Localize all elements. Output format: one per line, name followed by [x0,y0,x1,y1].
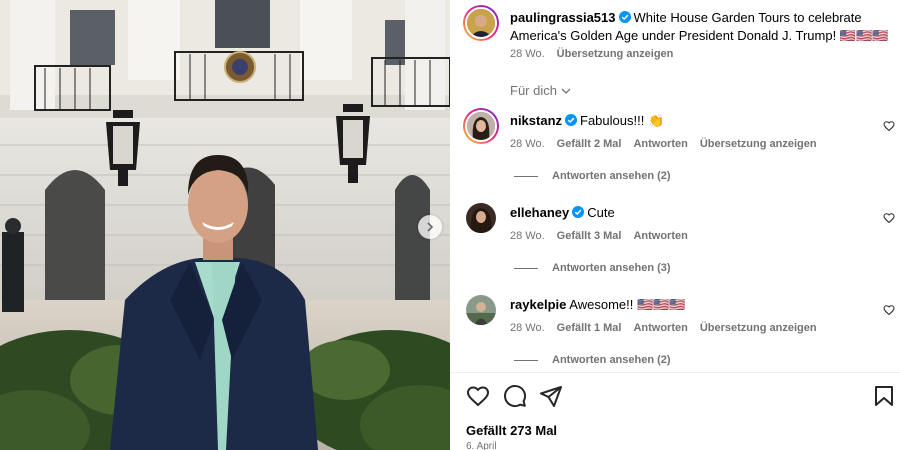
comment-translate-link[interactable]: Übersetzung anzeigen [700,322,817,334]
carousel-next-button[interactable] [418,215,442,239]
author-username[interactable]: paulingrassia513 [510,10,616,25]
comment-username[interactable]: raykelpie [510,297,566,312]
author-avatar-image [467,9,495,37]
verified-badge-icon [618,11,631,23]
comment-icon[interactable] [503,384,527,408]
actions-divider [450,372,900,373]
comment-username[interactable]: nikstanz [510,113,562,128]
feed-filter-label: Für dich [510,83,557,98]
replies-divider [514,359,538,361]
comment-text: Cute [587,205,615,220]
comment-meta: 28 Wo. Gefällt 1 Mal Antworten Übersetzu… [510,322,817,334]
view-replies-label: Antworten ansehen (2) [552,354,671,366]
comment-text: Awesome!! 🇺🇸🇺🇸🇺🇸 [569,297,686,312]
bookmark-icon[interactable] [872,384,896,408]
comment-like-heart-icon[interactable] [883,120,895,132]
comment-username[interactable]: ellehaney [510,205,569,220]
caption-meta: 28 Wo. Übersetzung anzeigen [510,48,673,60]
share-icon[interactable] [539,384,563,408]
comment-reply-link[interactable]: Antworten [633,322,687,334]
comment-age: 28 Wo. [510,230,545,242]
comment-meta: 28 Wo. Gefällt 2 Mal Antworten Übersetzu… [510,138,817,150]
comment-age: 28 Wo. [510,138,545,150]
comment-age: 28 Wo. [510,322,545,334]
comment-body: nikstanz Fabulous!!! 👏 [510,113,664,129]
comment-avatar-image [466,295,496,325]
verified-badge-icon [572,206,585,218]
comment-avatar-image [466,203,496,233]
view-replies-button[interactable]: Antworten ansehen (3) [514,262,671,274]
verified-badge-icon [565,114,578,126]
post-caption: paulingrassia513 White House Garden Tours… [510,9,890,45]
caption-age: 28 Wo. [510,48,545,60]
comment-avatar-image [467,112,495,140]
comment-body: raykelpie Awesome!! 🇺🇸🇺🇸🇺🇸 [510,297,686,313]
comment-translate-link[interactable]: Übersetzung anzeigen [700,138,817,150]
comment-likes-link[interactable]: Gefällt 1 Mal [557,322,622,334]
view-replies-button[interactable]: Antworten ansehen (2) [514,354,671,366]
comment-text: Fabulous!!! 👏 [580,113,665,128]
replies-divider [514,267,538,269]
comment-like-heart-icon[interactable] [883,304,895,316]
post-photo [0,0,450,450]
photo-scene [0,0,450,450]
comment-likes-link[interactable]: Gefällt 2 Mal [557,138,622,150]
comment-body: ellehaney Cute [510,205,615,220]
comment-like-heart-icon[interactable] [883,212,895,224]
heart-icon[interactable] [466,384,490,408]
comment-avatar[interactable] [466,203,496,233]
comment-meta: 28 Wo. Gefällt 3 Mal Antworten [510,230,688,242]
post-sidebar [450,0,900,450]
author-avatar[interactable] [463,5,499,41]
comment-avatar[interactable] [463,108,499,144]
post-likes-count[interactable]: Gefällt 273 Mal [466,423,557,438]
caption-translate-link[interactable]: Übersetzung anzeigen [557,48,674,60]
view-replies-label: Antworten ansehen (2) [552,170,671,182]
comment-avatar[interactable] [466,295,496,325]
post-date: 6. April [466,441,497,450]
chevron-down-icon [561,88,571,94]
comment-likes-link[interactable]: Gefällt 3 Mal [557,230,622,242]
comment-reply-link[interactable]: Antworten [633,138,687,150]
view-replies-button[interactable]: Antworten ansehen (2) [514,170,671,182]
comment-reply-link[interactable]: Antworten [633,230,687,242]
chevron-right-icon [427,222,434,232]
feed-filter-dropdown[interactable]: Für dich [510,83,571,98]
view-replies-label: Antworten ansehen (3) [552,262,671,274]
replies-divider [514,175,538,177]
